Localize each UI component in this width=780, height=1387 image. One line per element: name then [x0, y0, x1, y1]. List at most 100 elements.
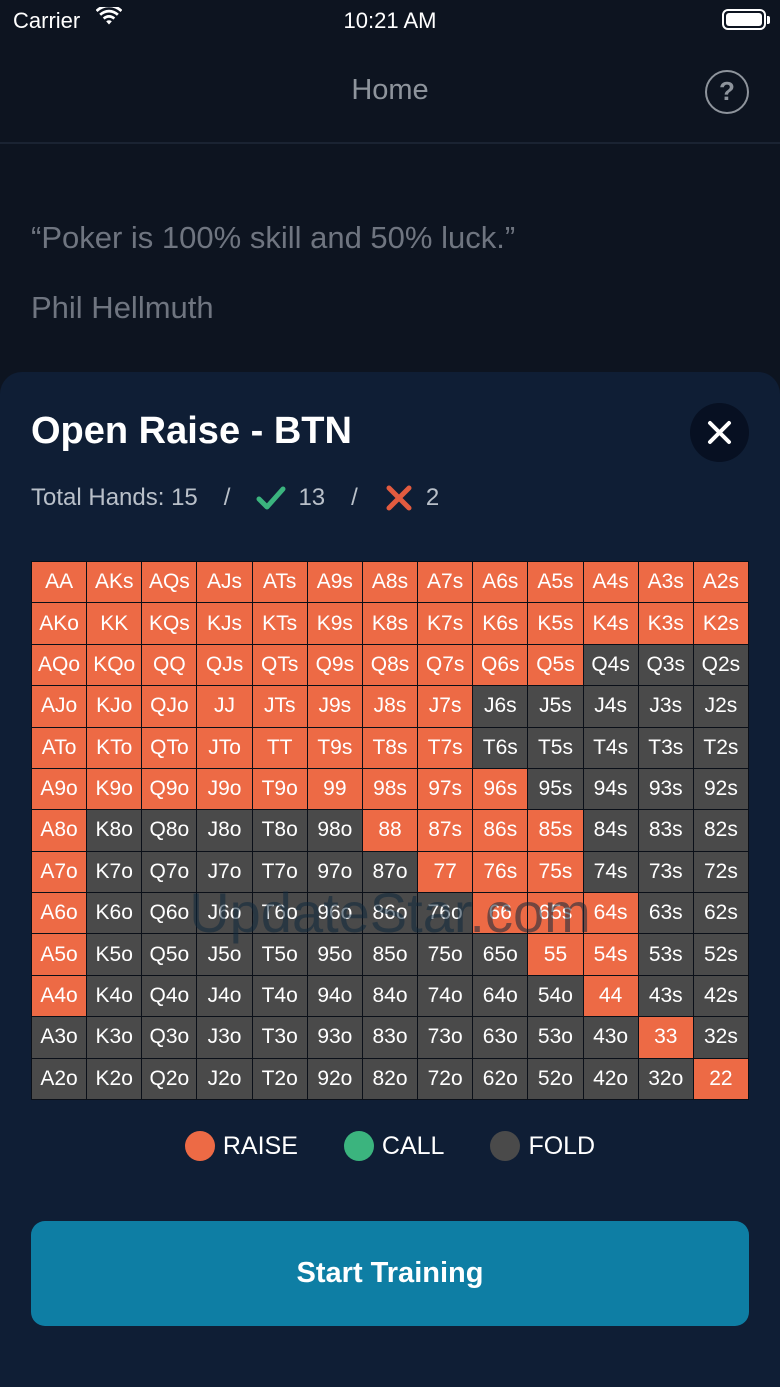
hand-cell-94s-fold[interactable]: 94s: [583, 768, 638, 810]
hand-cell-33-raise[interactable]: 33: [638, 1017, 693, 1058]
hand-cell-ats-raise[interactable]: ATs: [252, 562, 307, 603]
hand-cell-k7o-fold[interactable]: K7o: [87, 851, 142, 893]
hand-cell-j7o-fold[interactable]: J7o: [197, 851, 252, 893]
hand-cell-97s-raise[interactable]: 97s: [418, 768, 473, 810]
hand-cell-92o-fold[interactable]: 92o: [307, 1058, 362, 1099]
hand-cell-a7o-raise[interactable]: A7o: [32, 851, 87, 893]
hand-cell-82o-fold[interactable]: 82o: [362, 1058, 418, 1099]
hand-cell-t6o-fold[interactable]: T6o: [252, 893, 307, 934]
hand-cell-kto-raise[interactable]: KTo: [87, 727, 142, 768]
hand-cell-t9o-raise[interactable]: T9o: [252, 768, 307, 810]
hand-cell-k5s-raise[interactable]: K5s: [528, 603, 583, 644]
hand-cell-k7s-raise[interactable]: K7s: [418, 603, 473, 644]
hand-cell-q4s-fold[interactable]: Q4s: [583, 644, 638, 686]
hand-cell-t4s-fold[interactable]: T4s: [583, 727, 638, 768]
hand-cell-96o-fold[interactable]: 96o: [307, 893, 362, 934]
hand-cell-k6s-raise[interactable]: K6s: [473, 603, 528, 644]
hand-cell-76o-fold[interactable]: 76o: [418, 893, 473, 934]
hand-cell-87s-raise[interactable]: 87s: [418, 810, 473, 851]
hand-cell-73o-fold[interactable]: 73o: [418, 1017, 473, 1058]
hand-cell-t8o-fold[interactable]: T8o: [252, 810, 307, 851]
hand-cell-65s-raise[interactable]: 65s: [528, 893, 583, 934]
hand-cell-84o-fold[interactable]: 84o: [362, 975, 418, 1017]
hand-cell-85o-fold[interactable]: 85o: [362, 934, 418, 975]
hand-cell-kts-raise[interactable]: KTs: [252, 603, 307, 644]
hand-cell-aks-raise[interactable]: AKs: [87, 562, 142, 603]
hand-cell-a8s-raise[interactable]: A8s: [362, 562, 418, 603]
hand-cell-82s-fold[interactable]: 82s: [693, 810, 748, 851]
hand-cell-98o-fold[interactable]: 98o: [307, 810, 362, 851]
hand-cell-kjs-raise[interactable]: KJs: [197, 603, 252, 644]
hand-cell-t5o-fold[interactable]: T5o: [252, 934, 307, 975]
hand-cell-54s-raise[interactable]: 54s: [583, 934, 638, 975]
hand-cell-q6o-fold[interactable]: Q6o: [142, 893, 197, 934]
hand-cell-j4o-fold[interactable]: J4o: [197, 975, 252, 1017]
hand-cell-66-raise[interactable]: 66: [473, 893, 528, 934]
hand-cell-j9s-raise[interactable]: J9s: [307, 686, 362, 727]
hand-cell-a5s-raise[interactable]: A5s: [528, 562, 583, 603]
hand-cell-j2o-fold[interactable]: J2o: [197, 1058, 252, 1099]
hand-cell-93o-fold[interactable]: 93o: [307, 1017, 362, 1058]
hand-cell-aa-raise[interactable]: AA: [32, 562, 87, 603]
hand-cell-j4s-fold[interactable]: J4s: [583, 686, 638, 727]
hand-cell-jts-raise[interactable]: JTs: [252, 686, 307, 727]
hand-cell-t7s-raise[interactable]: T7s: [418, 727, 473, 768]
hand-cell-q7o-fold[interactable]: Q7o: [142, 851, 197, 893]
hand-cell-88-raise[interactable]: 88: [362, 810, 418, 851]
hand-cell-63s-fold[interactable]: 63s: [638, 893, 693, 934]
hand-cell-64o-fold[interactable]: 64o: [473, 975, 528, 1017]
hand-cell-76s-raise[interactable]: 76s: [473, 851, 528, 893]
hand-cell-t5s-fold[interactable]: T5s: [528, 727, 583, 768]
hand-cell-k9o-raise[interactable]: K9o: [87, 768, 142, 810]
hand-cell-92s-fold[interactable]: 92s: [693, 768, 748, 810]
hand-cell-84s-fold[interactable]: 84s: [583, 810, 638, 851]
hand-cell-55-raise[interactable]: 55: [528, 934, 583, 975]
hand-cell-q5s-raise[interactable]: Q5s: [528, 644, 583, 686]
hand-cell-32s-fold[interactable]: 32s: [693, 1017, 748, 1058]
hand-cell-q2s-fold[interactable]: Q2s: [693, 644, 748, 686]
hand-cell-43s-fold[interactable]: 43s: [638, 975, 693, 1017]
hand-cell-95s-fold[interactable]: 95s: [528, 768, 583, 810]
hand-cell-j3s-fold[interactable]: J3s: [638, 686, 693, 727]
hand-cell-22-raise[interactable]: 22: [693, 1058, 748, 1099]
hand-cell-ajs-raise[interactable]: AJs: [197, 562, 252, 603]
hand-cell-a9s-raise[interactable]: A9s: [307, 562, 362, 603]
hand-cell-65o-fold[interactable]: 65o: [473, 934, 528, 975]
hand-cell-75s-raise[interactable]: 75s: [528, 851, 583, 893]
hand-cell-k3s-raise[interactable]: K3s: [638, 603, 693, 644]
hand-cell-a7s-raise[interactable]: A7s: [418, 562, 473, 603]
hand-cell-42o-fold[interactable]: 42o: [583, 1058, 638, 1099]
hand-cell-jj-raise[interactable]: JJ: [197, 686, 252, 727]
hand-cell-a6s-raise[interactable]: A6s: [473, 562, 528, 603]
hand-cell-ajo-raise[interactable]: AJo: [32, 686, 87, 727]
hand-cell-q7s-raise[interactable]: Q7s: [418, 644, 473, 686]
hand-cell-j2s-fold[interactable]: J2s: [693, 686, 748, 727]
hand-cell-j9o-raise[interactable]: J9o: [197, 768, 252, 810]
hand-cell-72o-fold[interactable]: 72o: [418, 1058, 473, 1099]
hand-cell-kqs-raise[interactable]: KQs: [142, 603, 197, 644]
hand-cell-j5o-fold[interactable]: J5o: [197, 934, 252, 975]
hand-cell-q2o-fold[interactable]: Q2o: [142, 1058, 197, 1099]
hand-cell-tt-raise[interactable]: TT: [252, 727, 307, 768]
hand-cell-k2s-raise[interactable]: K2s: [693, 603, 748, 644]
hand-cell-j5s-fold[interactable]: J5s: [528, 686, 583, 727]
hand-cell-t2s-fold[interactable]: T2s: [693, 727, 748, 768]
hand-cell-a4s-raise[interactable]: A4s: [583, 562, 638, 603]
hand-cell-a3s-raise[interactable]: A3s: [638, 562, 693, 603]
hand-cell-87o-fold[interactable]: 87o: [362, 851, 418, 893]
hand-cell-qq-raise[interactable]: QQ: [142, 644, 197, 686]
hand-cell-99-raise[interactable]: 99: [307, 768, 362, 810]
hand-cell-83s-fold[interactable]: 83s: [638, 810, 693, 851]
hand-cell-97o-fold[interactable]: 97o: [307, 851, 362, 893]
hand-cell-94o-fold[interactable]: 94o: [307, 975, 362, 1017]
hand-cell-t3o-fold[interactable]: T3o: [252, 1017, 307, 1058]
hand-cell-43o-fold[interactable]: 43o: [583, 1017, 638, 1058]
hand-cell-ako-raise[interactable]: AKo: [32, 603, 87, 644]
hand-cell-aqo-raise[interactable]: AQo: [32, 644, 87, 686]
hand-cell-75o-fold[interactable]: 75o: [418, 934, 473, 975]
hand-cell-54o-fold[interactable]: 54o: [528, 975, 583, 1017]
hand-cell-44-raise[interactable]: 44: [583, 975, 638, 1017]
hand-cell-64s-raise[interactable]: 64s: [583, 893, 638, 934]
hand-cell-k2o-fold[interactable]: K2o: [87, 1058, 142, 1099]
hand-cell-53s-fold[interactable]: 53s: [638, 934, 693, 975]
